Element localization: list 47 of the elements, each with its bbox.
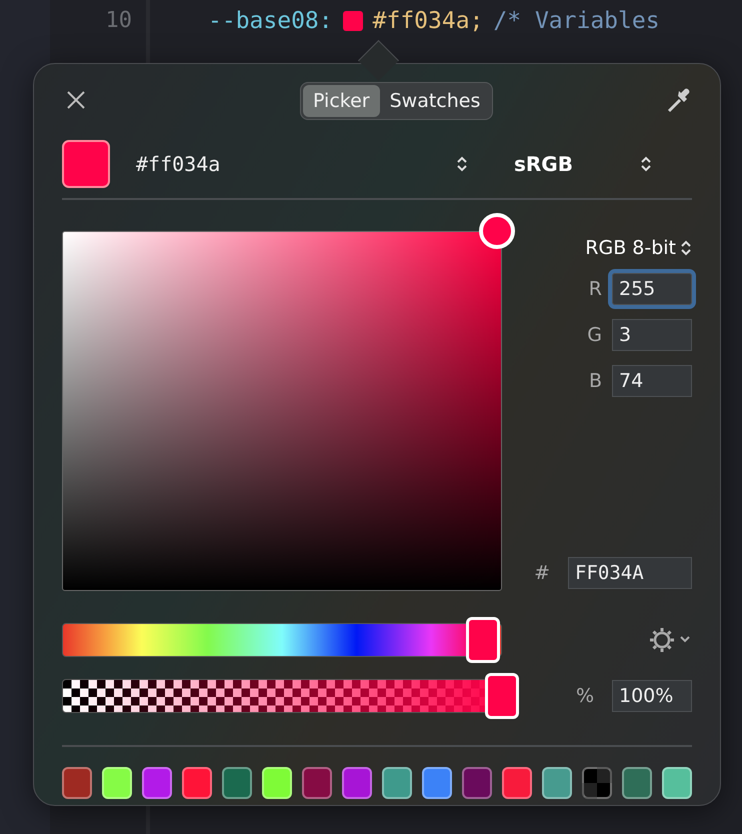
color-swatch[interactable]: [102, 767, 132, 799]
opacity-slider[interactable]: [62, 673, 519, 719]
hex-label: #: [534, 562, 550, 584]
close-icon[interactable]: [66, 90, 86, 110]
color-swatch[interactable]: [222, 767, 252, 799]
opacity-handle[interactable]: [485, 673, 519, 719]
settings-button[interactable]: [648, 625, 692, 655]
css-property: --base08:: [208, 8, 333, 34]
channel-label: R: [588, 278, 602, 300]
color-model-select[interactable]: RGB 8-bit: [585, 237, 692, 259]
opacity-label: %: [576, 685, 594, 707]
saturation-brightness-field[interactable]: [62, 231, 502, 591]
stepper-icon[interactable]: [680, 239, 692, 257]
line-number: 10: [106, 8, 132, 33]
color-swatch[interactable]: [542, 767, 572, 799]
tab[interactable]: Picker: [303, 85, 380, 117]
channel-field[interactable]: 74: [612, 365, 692, 397]
color-swatch[interactable]: [582, 767, 612, 799]
tab[interactable]: Swatches: [380, 85, 490, 117]
color-swatch[interactable]: [142, 767, 172, 799]
current-color-swatch: [62, 140, 110, 188]
color-space[interactable]: sRGB: [514, 152, 640, 176]
color-thumb[interactable]: [478, 213, 515, 249]
color-swatch[interactable]: [422, 767, 452, 799]
color-chip[interactable]: [342, 11, 363, 31]
css-value: #ff034a;: [372, 8, 484, 34]
eyedropper-icon[interactable]: [666, 86, 692, 114]
color-swatch[interactable]: [62, 767, 92, 799]
hex-field[interactable]: FF034A: [568, 557, 692, 589]
channel-field[interactable]: 3: [612, 319, 692, 351]
opacity-field[interactable]: 100%: [612, 680, 692, 712]
color-swatch[interactable]: [182, 767, 212, 799]
color-swatch[interactable]: [462, 767, 492, 799]
stepper-icon[interactable]: [640, 155, 652, 173]
hex-code-text: #ff034a: [136, 151, 222, 178]
channel-label: G: [587, 324, 602, 346]
color-swatch[interactable]: [342, 767, 372, 799]
color-swatch[interactable]: [502, 767, 532, 799]
hue-handle[interactable]: [466, 617, 500, 663]
code-comment: /* Variables: [493, 8, 660, 34]
color-swatch[interactable]: [662, 767, 692, 799]
color-swatch[interactable]: [262, 767, 292, 799]
channel-label: B: [588, 370, 602, 392]
color-swatch[interactable]: [622, 767, 652, 799]
color-swatch[interactable]: [382, 767, 412, 799]
stepper-icon[interactable]: [456, 155, 468, 173]
color-swatch[interactable]: [302, 767, 332, 799]
